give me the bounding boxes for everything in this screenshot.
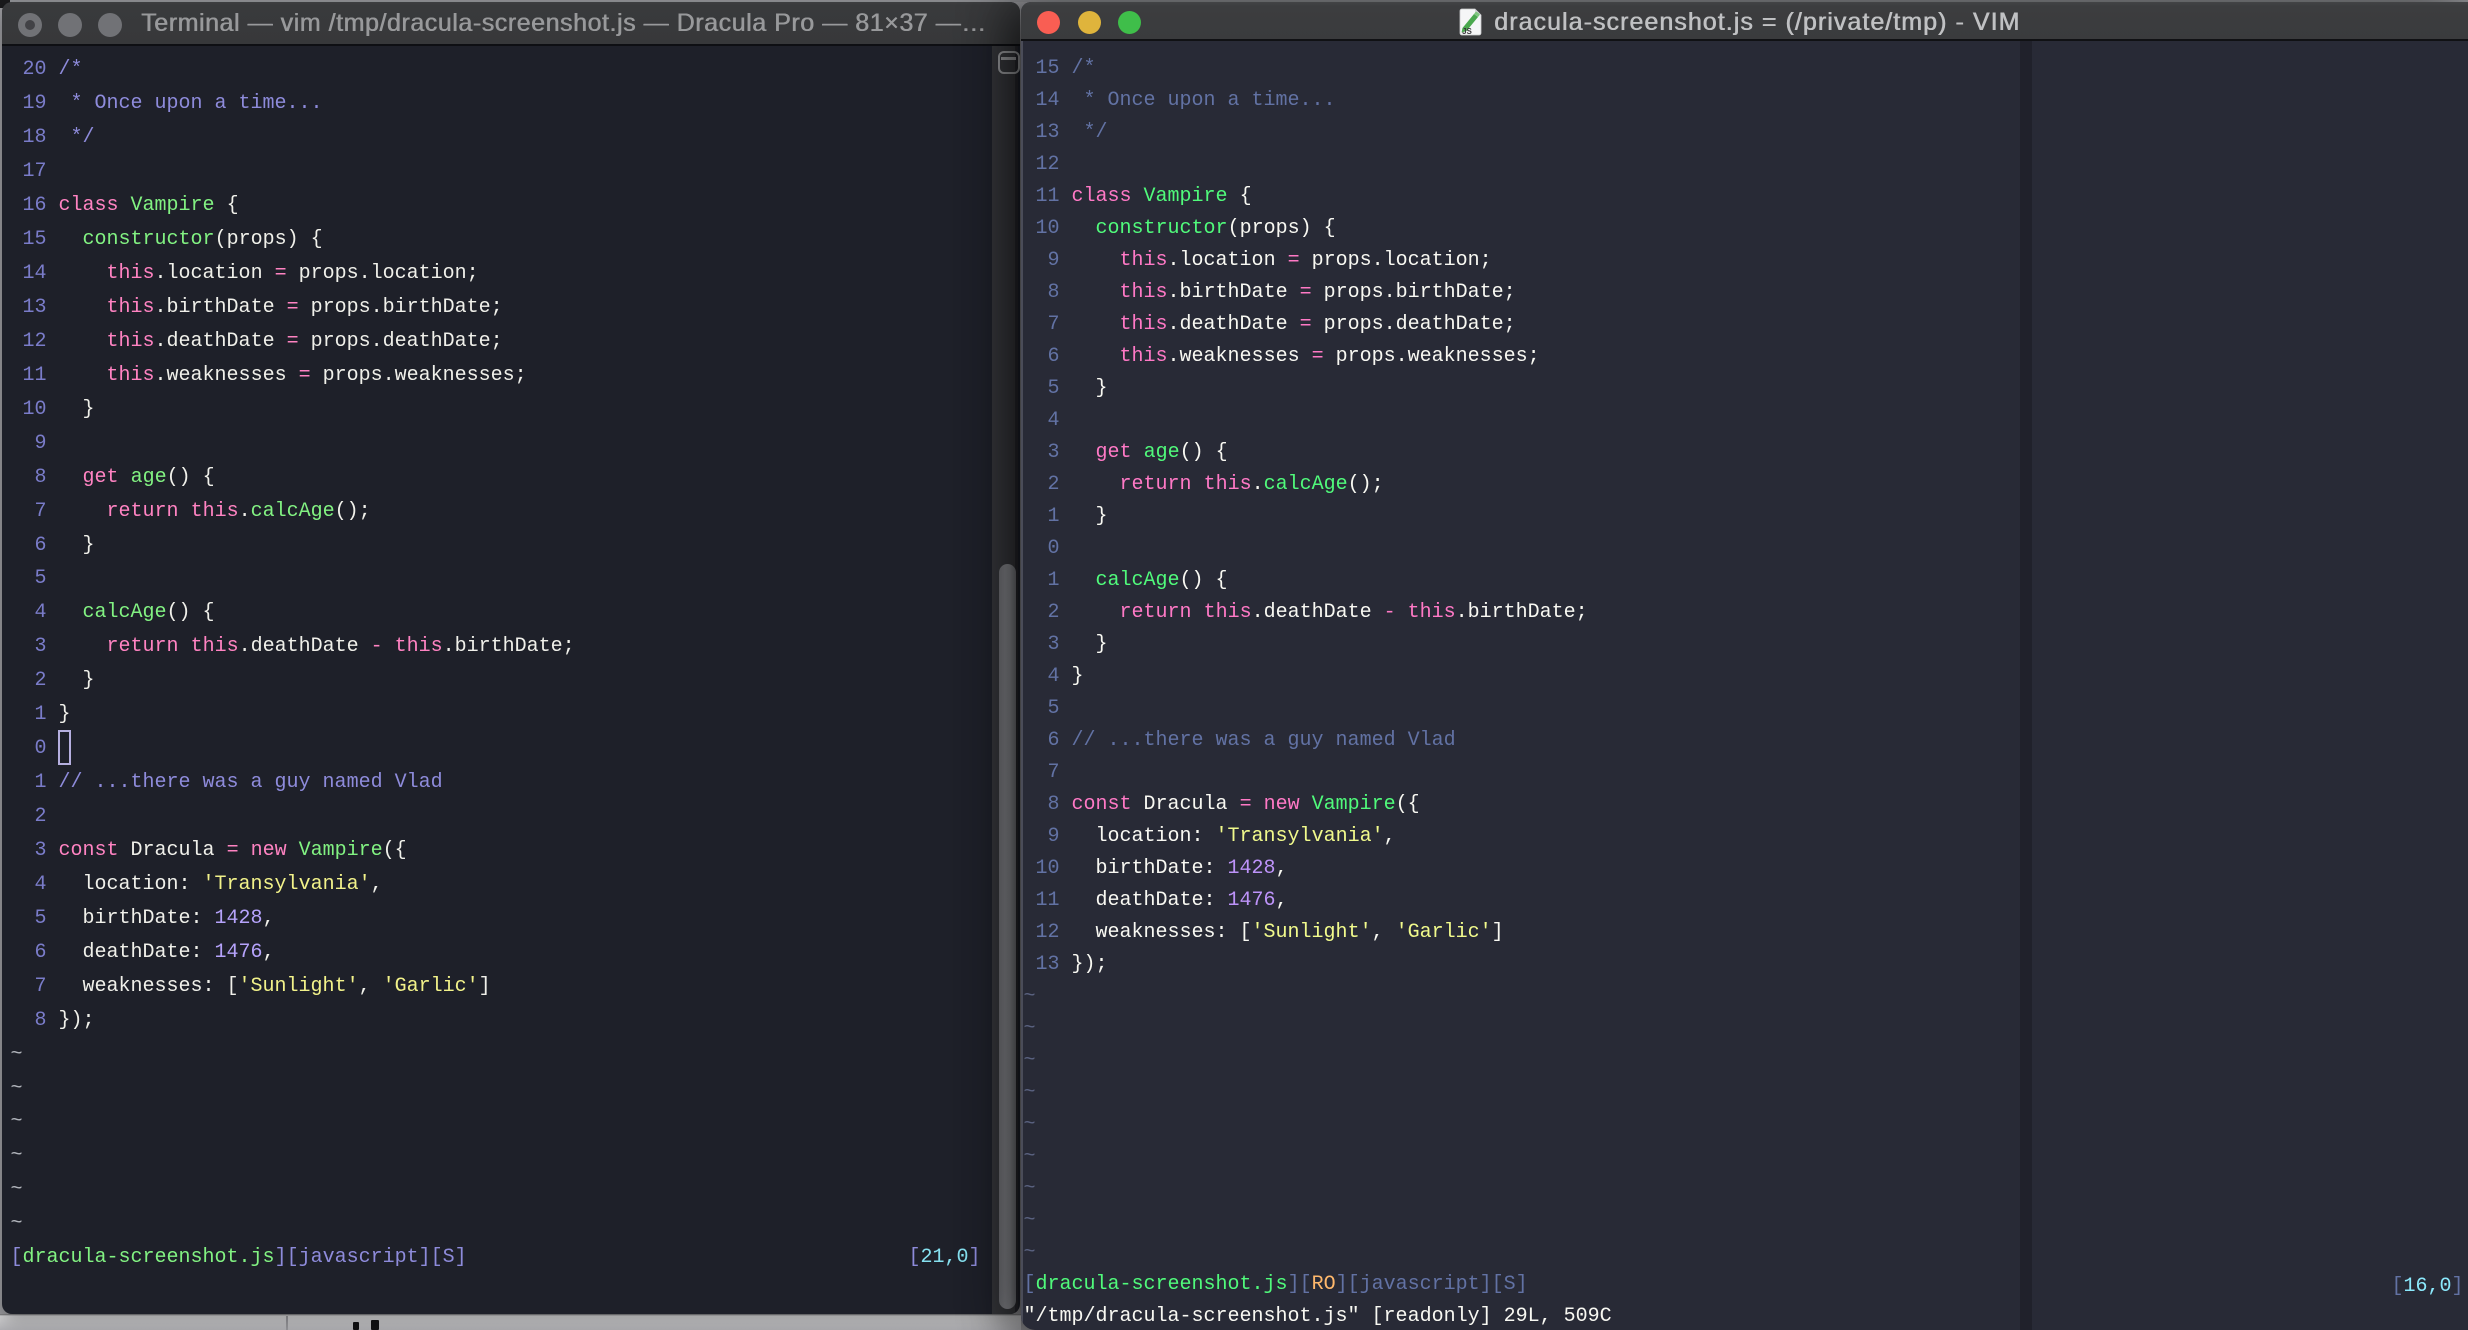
svg-text:JS: JS xyxy=(1462,27,1472,36)
